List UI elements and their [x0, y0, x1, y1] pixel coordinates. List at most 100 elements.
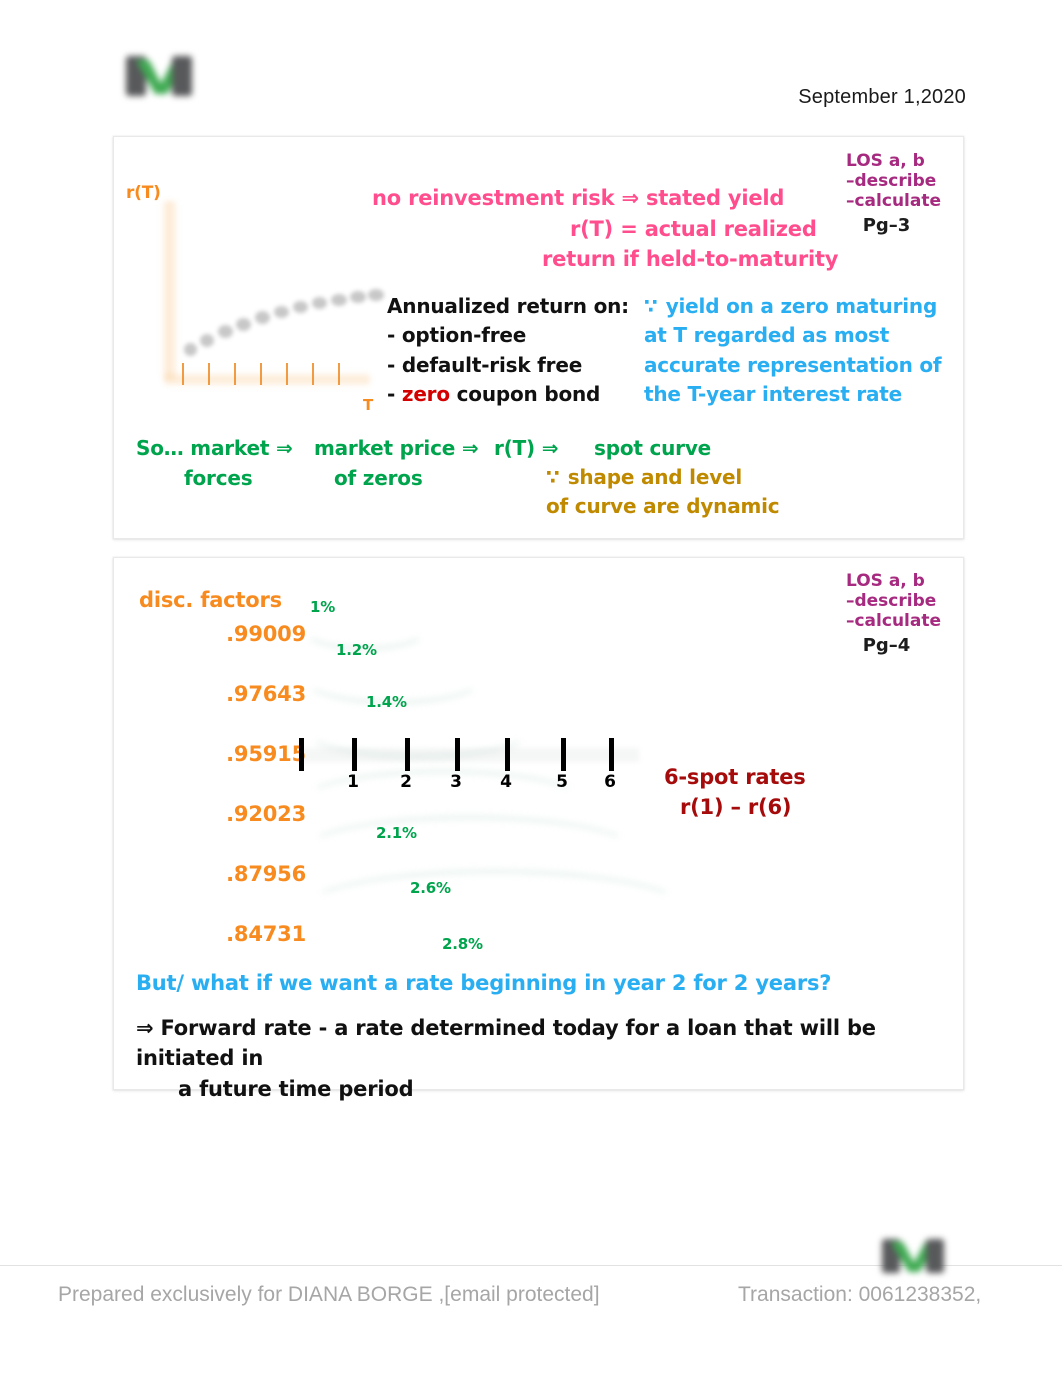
list-item-suffix: coupon bond [449, 382, 601, 407]
timeline-label: 5 [556, 772, 568, 792]
disc-factor-value: .84731 [226, 922, 306, 946]
because-symbol: ∵ [644, 294, 659, 318]
graph-x-tick [312, 363, 314, 385]
curve-point [236, 318, 251, 331]
graph-x-tick [338, 363, 340, 385]
cyan-annotation: ∵ yield on a zero maturing at T regarded… [644, 292, 942, 410]
forward-line-2: a future time period [178, 1076, 414, 1101]
chain-forces: forces [184, 466, 253, 490]
los-page-number: Pg–3 [862, 215, 911, 237]
pink-annotation: no reinvestment risk ⇒ stated yield r(T)… [372, 183, 838, 275]
footer-brand-logo-icon [878, 1235, 956, 1281]
graph-x-tick [234, 363, 236, 385]
pink-line-2: r(T) = actual realized [570, 216, 817, 241]
los-calculate: –calculate [845, 191, 941, 212]
page-header: September 1,2020 [0, 0, 1062, 128]
los-title: LOS a, b [845, 151, 925, 171]
disc-factors-title: disc. factors [139, 588, 282, 612]
chain-spot-curve: spot curve [594, 436, 712, 460]
los-block-1: LOS a, b –describe –calculate Pg–3 [846, 151, 941, 236]
footer-prepared-for: Prepared exclusively for DIANA BORGE ,[e… [58, 1283, 600, 1306]
timeline-label: 2 [400, 772, 412, 792]
graph-x-axis-label: T [363, 396, 374, 414]
disc-factor-value: .87956 [226, 862, 306, 886]
olive-line-1-text: shape and level [567, 465, 743, 489]
disc-factor-value: .92023 [226, 802, 306, 826]
list-item: - default-risk free [387, 352, 583, 377]
brand-logo-icon [122, 50, 200, 102]
pink-line-1: no reinvestment risk ⇒ stated yield [372, 186, 785, 210]
spot-note-line-1: 6-spot rates [664, 765, 806, 789]
cyan-line-1: ∵ yield on a zero maturing [644, 292, 941, 321]
rate-label: 2.1% [376, 824, 417, 842]
cyan-line-4: the T-year interest rate [644, 382, 903, 407]
curve-point [274, 306, 289, 318]
timeline-label: 1 [347, 772, 359, 792]
timeline-tick [405, 738, 410, 771]
graph-y-axis [162, 201, 177, 379]
timeline-baseline [299, 748, 639, 762]
disc-factor-value: .95915 [226, 742, 306, 766]
list-item: - option-free [387, 323, 527, 348]
graph-x-tick [208, 363, 210, 385]
forward-rate-question: But/ what if we want a rate beginning in… [136, 971, 832, 995]
rate-label: 1% [310, 598, 336, 616]
curve-point [331, 294, 347, 306]
chain-market-forces: So… market ⇒ [136, 436, 293, 460]
rate-label: 2.8% [442, 935, 483, 953]
disc-factor-value: .97643 [226, 682, 306, 706]
graph-y-axis-label: r(T) [126, 183, 161, 203]
green-chain-row-1: So… market ⇒ market price ⇒ r(T) ⇒ spot … [136, 433, 956, 463]
cyan-line-1-text: yield on a zero maturing [665, 294, 938, 318]
los-describe: –describe [845, 171, 937, 192]
curve-point [350, 291, 366, 303]
footer-transaction: Transaction: 0061238352, [738, 1283, 982, 1306]
olive-annotation: ∵ shape and level of curve are dynamic [546, 463, 780, 521]
cyan-line-2: at T regarded as most [644, 323, 890, 348]
forward-rate-definition: ⇒ Forward rate - a rate determined today… [136, 1013, 951, 1104]
rate-label: 2.6% [410, 879, 451, 897]
notes-page: September 1,2020 LOS a, b –describe –cal… [0, 0, 1062, 1377]
chain-market-price: market price ⇒ [314, 436, 479, 460]
curve-point [218, 325, 233, 338]
curve-point [312, 297, 327, 309]
spot-curve-graph [136, 177, 384, 407]
timeline-tick [455, 738, 460, 771]
curve-point [255, 311, 270, 324]
timeline-label: 6 [604, 772, 616, 792]
because-symbol: ∵ [546, 465, 561, 489]
rate-label: 1.4% [366, 693, 407, 711]
list-heading: Annualized return on: [387, 294, 629, 318]
timeline-tick [352, 738, 357, 771]
olive-line-2: of curve are dynamic [546, 494, 780, 518]
slide-panel-2: LOS a, b –describe –calculate Pg–4 disc.… [113, 557, 964, 1101]
curve-point [184, 343, 197, 356]
curve-point [200, 334, 214, 347]
forward-line-1: ⇒ Forward rate - a rate determined today… [136, 1016, 876, 1071]
timeline-label: 3 [450, 772, 462, 792]
los-title: LOS a, b [845, 571, 925, 591]
los-block-2: LOS a, b –describe –calculate Pg–4 [846, 571, 941, 656]
chain-rt: r(T) ⇒ [494, 436, 559, 460]
spot-rates-note: 6-spot rates r(1) – r(6) [664, 762, 806, 823]
olive-line-1: ∵ shape and level [546, 463, 779, 492]
list-item: - zero coupon bond [387, 380, 629, 409]
timeline-tick [299, 738, 304, 771]
curve-point [368, 289, 384, 301]
header-date: September 1,2020 [798, 86, 966, 108]
list-item-prefix: - [387, 382, 402, 407]
timeline-tick [561, 738, 566, 771]
spot-rate-timeline: 1 2 3 4 5 6 [299, 738, 639, 792]
curve-point [293, 301, 308, 313]
pink-line-3: return if held-to-maturity [542, 247, 839, 272]
graph-x-tick [260, 363, 262, 385]
timeline-tick [609, 738, 614, 771]
rate-label: 1.2% [336, 641, 377, 659]
disc-factor-value: .99009 [226, 622, 306, 646]
los-page-number: Pg–4 [862, 635, 911, 657]
list-item-highlight: zero [401, 382, 450, 407]
slide-panel-1: LOS a, b –describe –calculate Pg–3 r(T) … [113, 136, 964, 539]
cyan-line-3: accurate representation of [644, 352, 942, 377]
timeline-label: 4 [500, 772, 512, 792]
timeline-tick [505, 738, 510, 771]
